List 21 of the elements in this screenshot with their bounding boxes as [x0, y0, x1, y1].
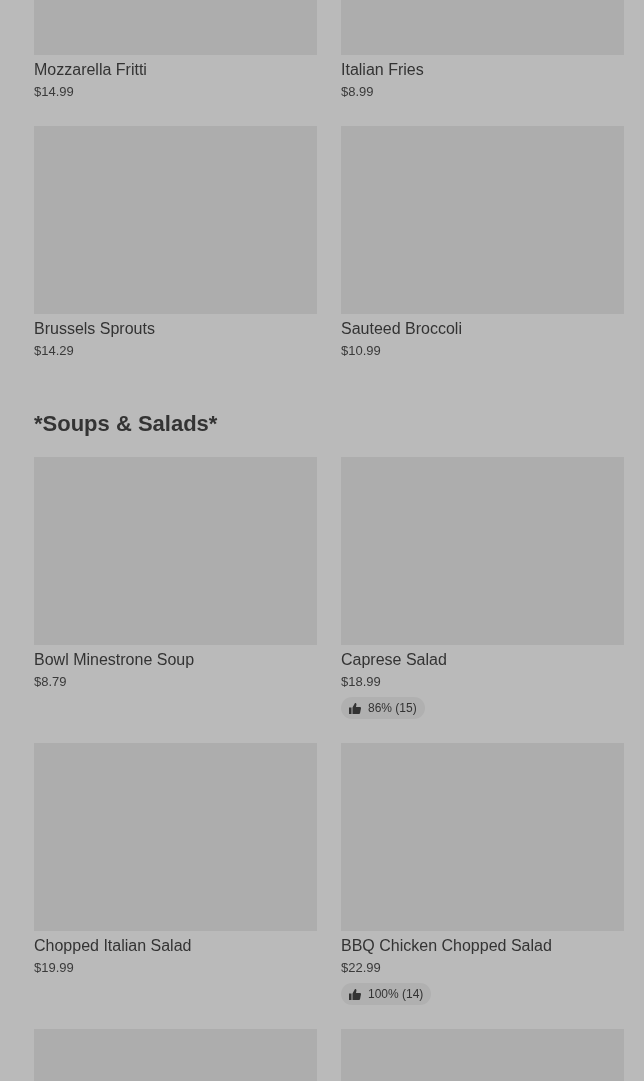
- rating-text: 100% (14): [368, 986, 424, 1003]
- item-name: Brussels Sprouts: [34, 319, 156, 339]
- item-price: $14.29: [34, 342, 75, 360]
- item-name: Italian Fries: [341, 60, 425, 80]
- item-price: $18.99: [341, 673, 382, 691]
- item-name: Bowl Minestrone Soup: [34, 650, 196, 670]
- item-price: $8.79: [34, 673, 68, 691]
- item-price: $10.99: [341, 342, 382, 360]
- item-price: $19.99: [34, 959, 75, 977]
- item-price: $8.99: [341, 83, 375, 101]
- item-name: BBQ Chicken Chopped Salad: [341, 936, 553, 956]
- item-name: Caprese Salad: [341, 650, 448, 670]
- item-name: Chopped Italian Salad: [34, 936, 193, 956]
- item-name: Sauteed Broccoli: [341, 319, 463, 339]
- thumbs-up-icon: [349, 702, 361, 714]
- thumbs-up-icon: [349, 988, 361, 1000]
- item-price: $22.99: [341, 959, 382, 977]
- item-price: $14.99: [34, 83, 75, 101]
- rating-text: 86% (15): [368, 700, 417, 717]
- item-name: Mozzarella Fritti: [34, 60, 148, 80]
- section-heading: *Soups & Salads*: [34, 410, 219, 438]
